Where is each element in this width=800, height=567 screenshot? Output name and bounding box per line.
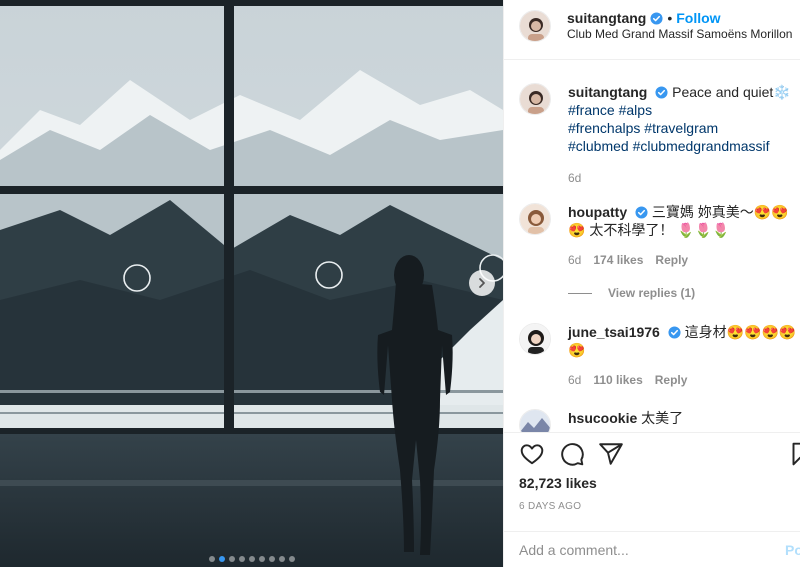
carousel-dot [278,556,285,562]
post-side-panel: suitangtang • Follow Club Med Grand Mass… [503,0,800,567]
carousel-dot [238,556,245,562]
divider-line [568,292,592,294]
carousel-next-button[interactable] [469,270,495,296]
caption-meta: 6d [568,169,800,187]
location-link[interactable]: Club Med Grand Massif Samoëns Morillon [567,27,792,41]
comment-username[interactable]: houpatty [568,204,627,220]
avatar-image [520,11,550,41]
comment-text: 太美了 [641,410,684,426]
comment-composer: Post [504,531,800,567]
post-date[interactable]: 6 DAYS AGO [519,501,581,512]
photo-scene [0,0,503,567]
author-avatar[interactable] [519,10,551,42]
carousel-dot [258,556,265,562]
like-count[interactable]: 82,723 likes [519,475,597,491]
carousel-dot [288,556,295,562]
carousel-dot [248,556,255,562]
comment-age[interactable]: 6d [568,371,581,389]
avatar-image [520,324,550,354]
hashtag[interactable]: #clubmed [568,138,629,154]
author-avatar[interactable] [519,83,551,115]
post-photo[interactable] [0,0,503,567]
carousel-dot [218,556,225,562]
carousel-dot [268,556,275,562]
post-comment-button[interactable]: Post [785,542,800,558]
comment-meta: 6d 110 likes Reply [568,371,800,389]
verified-badge-icon [655,86,668,99]
avatar-image [520,204,550,234]
caption-text: Peace and quiet❄️ [672,84,791,100]
verified-badge-icon [650,11,663,25]
comment-age[interactable]: 6d [568,251,581,269]
view-replies-button[interactable]: View replies (1) [568,286,695,300]
separator-dot: • [667,10,673,26]
post-actions: 82,723 likes 6 DAYS AGO Post [504,432,800,567]
share-icon [599,443,623,465]
comment-body: houpatty 三寶媽 妳真美～😍😍😍 太不科學了！ 🌷🌷🌷 6d 174 l… [568,203,800,269]
caption-age[interactable]: 6d [568,169,581,187]
author-row: suitangtang • Follow [567,10,721,26]
verified-badge-icon [668,326,681,339]
verified-badge-icon [635,206,648,219]
reply-button[interactable]: Reply [655,371,688,389]
hashtag[interactable]: #travelgram [644,120,718,136]
hashtag[interactable]: #alps [619,102,652,118]
caption-username[interactable]: suitangtang [568,84,647,100]
comment-icon [561,443,584,466]
carousel-dot [228,556,235,562]
carousel-indicator [0,556,503,562]
carousel-dot [208,556,215,562]
reply-button[interactable]: Reply [655,251,688,269]
comment-likes[interactable]: 174 likes [593,251,643,269]
avatar-image [520,84,550,114]
avatar-image [520,410,550,432]
comment-likes[interactable]: 110 likes [593,371,642,389]
commenter-avatar[interactable] [519,409,551,432]
follow-button[interactable]: Follow [676,10,720,26]
like-button[interactable] [519,441,545,467]
comment-body: june_tsai1976 這身材😍😍😍😍😍 6d 110 likes Repl… [568,323,800,389]
comment-meta: 6d 174 likes Reply [568,251,800,269]
share-button[interactable] [598,441,624,467]
comment-body: hsucookie 太美了 [568,409,800,427]
caption-body: suitangtang Peace and quiet❄️ #france #a… [568,83,800,187]
commenter-avatar[interactable] [519,323,551,355]
post-header: suitangtang • Follow Club Med Grand Mass… [504,0,800,60]
hashtag[interactable]: #frenchalps [568,120,640,136]
chevron-right-icon [479,278,485,288]
comment-input[interactable] [519,541,759,559]
commenter-avatar[interactable] [519,203,551,235]
comment-username[interactable]: hsucookie [568,410,637,426]
save-button[interactable] [787,441,800,467]
hashtag[interactable]: #clubmedgrandmassif [633,138,770,154]
hashtag[interactable]: #france [568,102,615,118]
comment-username[interactable]: june_tsai1976 [568,324,660,340]
heart-icon [520,444,544,465]
view-replies-label: View replies (1) [608,286,696,300]
author-username[interactable]: suitangtang [567,10,646,26]
comment-button[interactable] [559,441,585,467]
comments-list: suitangtang Peace and quiet❄️ #france #a… [504,61,800,432]
bookmark-icon [792,442,800,466]
